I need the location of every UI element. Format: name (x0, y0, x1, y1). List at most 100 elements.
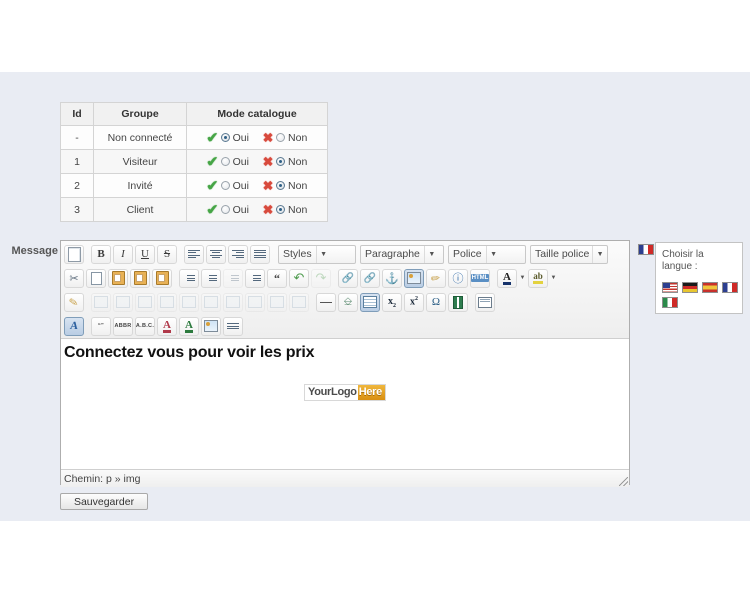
radio-option-oui[interactable]: Oui (220, 132, 249, 144)
font-select[interactable]: Police ▼ (448, 244, 526, 264)
insert-table-icon[interactable] (360, 292, 380, 312)
merge-cells-icon[interactable] (289, 292, 309, 312)
new-document-icon[interactable] (64, 244, 84, 264)
flag-icon-fr[interactable] (722, 282, 738, 293)
language-chooser-title: Choisir la langue : (662, 249, 704, 272)
insert-row-before-icon[interactable] (135, 292, 155, 312)
align-justify-icon[interactable] (250, 244, 270, 264)
edit-table-icon[interactable]: ✎ (64, 292, 84, 312)
unlink-icon[interactable]: 🔗 (360, 268, 380, 288)
copy-icon[interactable] (86, 268, 106, 288)
font-size-select[interactable]: Taille police ▼ (530, 244, 608, 264)
font-color-green-icon[interactable]: A (179, 316, 199, 336)
save-button[interactable]: Sauvegarder (60, 493, 148, 510)
insert-row-after-icon[interactable] (157, 292, 177, 312)
bottom-white-area (0, 521, 750, 600)
radio-option-oui[interactable]: Oui (220, 180, 249, 192)
insert-column-after-icon[interactable] (223, 292, 243, 312)
paste-icon[interactable] (108, 268, 128, 288)
radio-option-non[interactable]: Non (276, 132, 307, 144)
background-color-chevron-down-icon[interactable]: ▼ (549, 275, 558, 281)
font-size-select-value: Taille police (535, 248, 590, 260)
radio-option-oui[interactable]: Oui (220, 155, 249, 168)
underline-icon[interactable]: U (135, 244, 155, 264)
radio-non[interactable] (276, 181, 286, 190)
special-character-icon[interactable]: Ω (426, 292, 446, 312)
table-row-properties-icon[interactable] (91, 292, 111, 312)
radio-option-non[interactable]: Non (276, 156, 307, 168)
paste-from-word-icon[interactable] (152, 268, 172, 288)
indent-icon[interactable] (245, 268, 265, 288)
insert-link-icon[interactable]: 🔗 (338, 268, 358, 288)
insert-column-before-icon[interactable] (201, 292, 221, 312)
flag-icon-es[interactable] (702, 282, 718, 293)
insert-media-advanced-icon[interactable] (201, 316, 221, 336)
insert-image-icon[interactable] (404, 268, 424, 288)
styles-select[interactable]: Styles ▼ (278, 244, 356, 264)
delete-row-icon[interactable] (179, 292, 199, 312)
align-right-icon[interactable] (228, 244, 248, 264)
cross-icon: ✖ (262, 130, 274, 145)
strikethrough-icon[interactable]: S (157, 244, 177, 264)
remove-format-icon[interactable]: A (157, 316, 177, 336)
flag-icon-it[interactable] (662, 297, 678, 308)
outdent-icon[interactable] (223, 268, 243, 288)
paste-as-text-icon[interactable] (130, 268, 150, 288)
horizontal-rule-icon[interactable] (316, 292, 336, 312)
italic-icon[interactable]: I (113, 244, 133, 264)
paragraph-select-value: Paragraphe (365, 248, 420, 260)
html-source-icon[interactable]: HTML (470, 268, 490, 288)
blockquote-icon[interactable]: “ (267, 268, 287, 288)
insert-media-icon[interactable] (448, 292, 468, 312)
radio-oui[interactable] (220, 205, 230, 214)
cell-groupe: Invité (93, 173, 187, 198)
radio-oui[interactable] (220, 133, 230, 142)
rich-text-editor: B I U S Styles ▼ Paragraphe ▼ Police ▼ T… (60, 240, 630, 487)
flag-icon-de[interactable] (682, 282, 698, 293)
remove-formatting-eraser-icon[interactable]: ⎒ (338, 292, 358, 312)
flag-icon-us[interactable] (662, 282, 678, 293)
acronym-icon[interactable]: A.B.C. (135, 316, 155, 336)
radio-label-oui: Oui (232, 155, 249, 168)
cleanup-brush-icon[interactable]: ✏ (426, 268, 446, 288)
resize-handle-icon[interactable] (619, 477, 628, 486)
radio-option-non[interactable]: Non (276, 180, 307, 192)
radio-non[interactable] (276, 133, 286, 142)
toolbar-row-1: B I U S Styles ▼ Paragraphe ▼ Police ▼ T… (61, 242, 629, 266)
delete-column-icon[interactable] (245, 292, 265, 312)
bold-icon[interactable]: B (91, 244, 111, 264)
text-color-icon[interactable]: A (497, 268, 517, 288)
align-left-icon[interactable] (184, 244, 204, 264)
align-center-icon[interactable] (206, 244, 226, 264)
redo-icon[interactable]: ↷ (311, 268, 331, 288)
abbreviation-icon[interactable]: ABBR (113, 316, 133, 336)
block-format-icon[interactable] (223, 316, 243, 336)
paragraph-select[interactable]: Paragraphe ▼ (360, 244, 444, 264)
current-language-flag-icon[interactable] (638, 244, 654, 255)
text-color-chevron-down-icon[interactable]: ▼ (518, 275, 527, 281)
radio-non[interactable] (276, 205, 286, 214)
background-color-icon[interactable]: ab (528, 268, 548, 288)
superscript-icon[interactable]: x2 (404, 292, 424, 312)
yourlogohere-image[interactable]: YourLogo Here (304, 384, 386, 401)
undo-icon[interactable]: ↶ (289, 268, 309, 288)
spellcheck-icon[interactable]: A (64, 316, 84, 336)
numbered-list-icon[interactable] (201, 268, 221, 288)
cut-icon[interactable]: ✂ (64, 268, 84, 288)
subscript-icon[interactable]: x2 (382, 292, 402, 312)
radio-oui[interactable] (220, 181, 230, 190)
radio-option-oui[interactable]: Oui (220, 203, 249, 216)
radio-option-non[interactable]: Non (276, 204, 307, 216)
page-break-icon[interactable] (475, 292, 495, 312)
insert-quote-icon[interactable]: “” (91, 316, 111, 336)
split-cells-icon[interactable] (267, 292, 287, 312)
bulleted-list-icon[interactable] (179, 268, 199, 288)
radio-oui[interactable] (220, 157, 230, 166)
editor-content-area[interactable]: Connectez vous pour voir les prix YourLo… (61, 339, 629, 469)
cell-groupe: Client (93, 197, 187, 222)
anchor-icon[interactable]: ⚓ (382, 268, 402, 288)
radio-label-oui: Oui (232, 203, 249, 216)
table-cell-properties-icon[interactable] (113, 292, 133, 312)
radio-non[interactable] (276, 157, 286, 166)
help-icon[interactable]: ⓘ (448, 268, 468, 288)
